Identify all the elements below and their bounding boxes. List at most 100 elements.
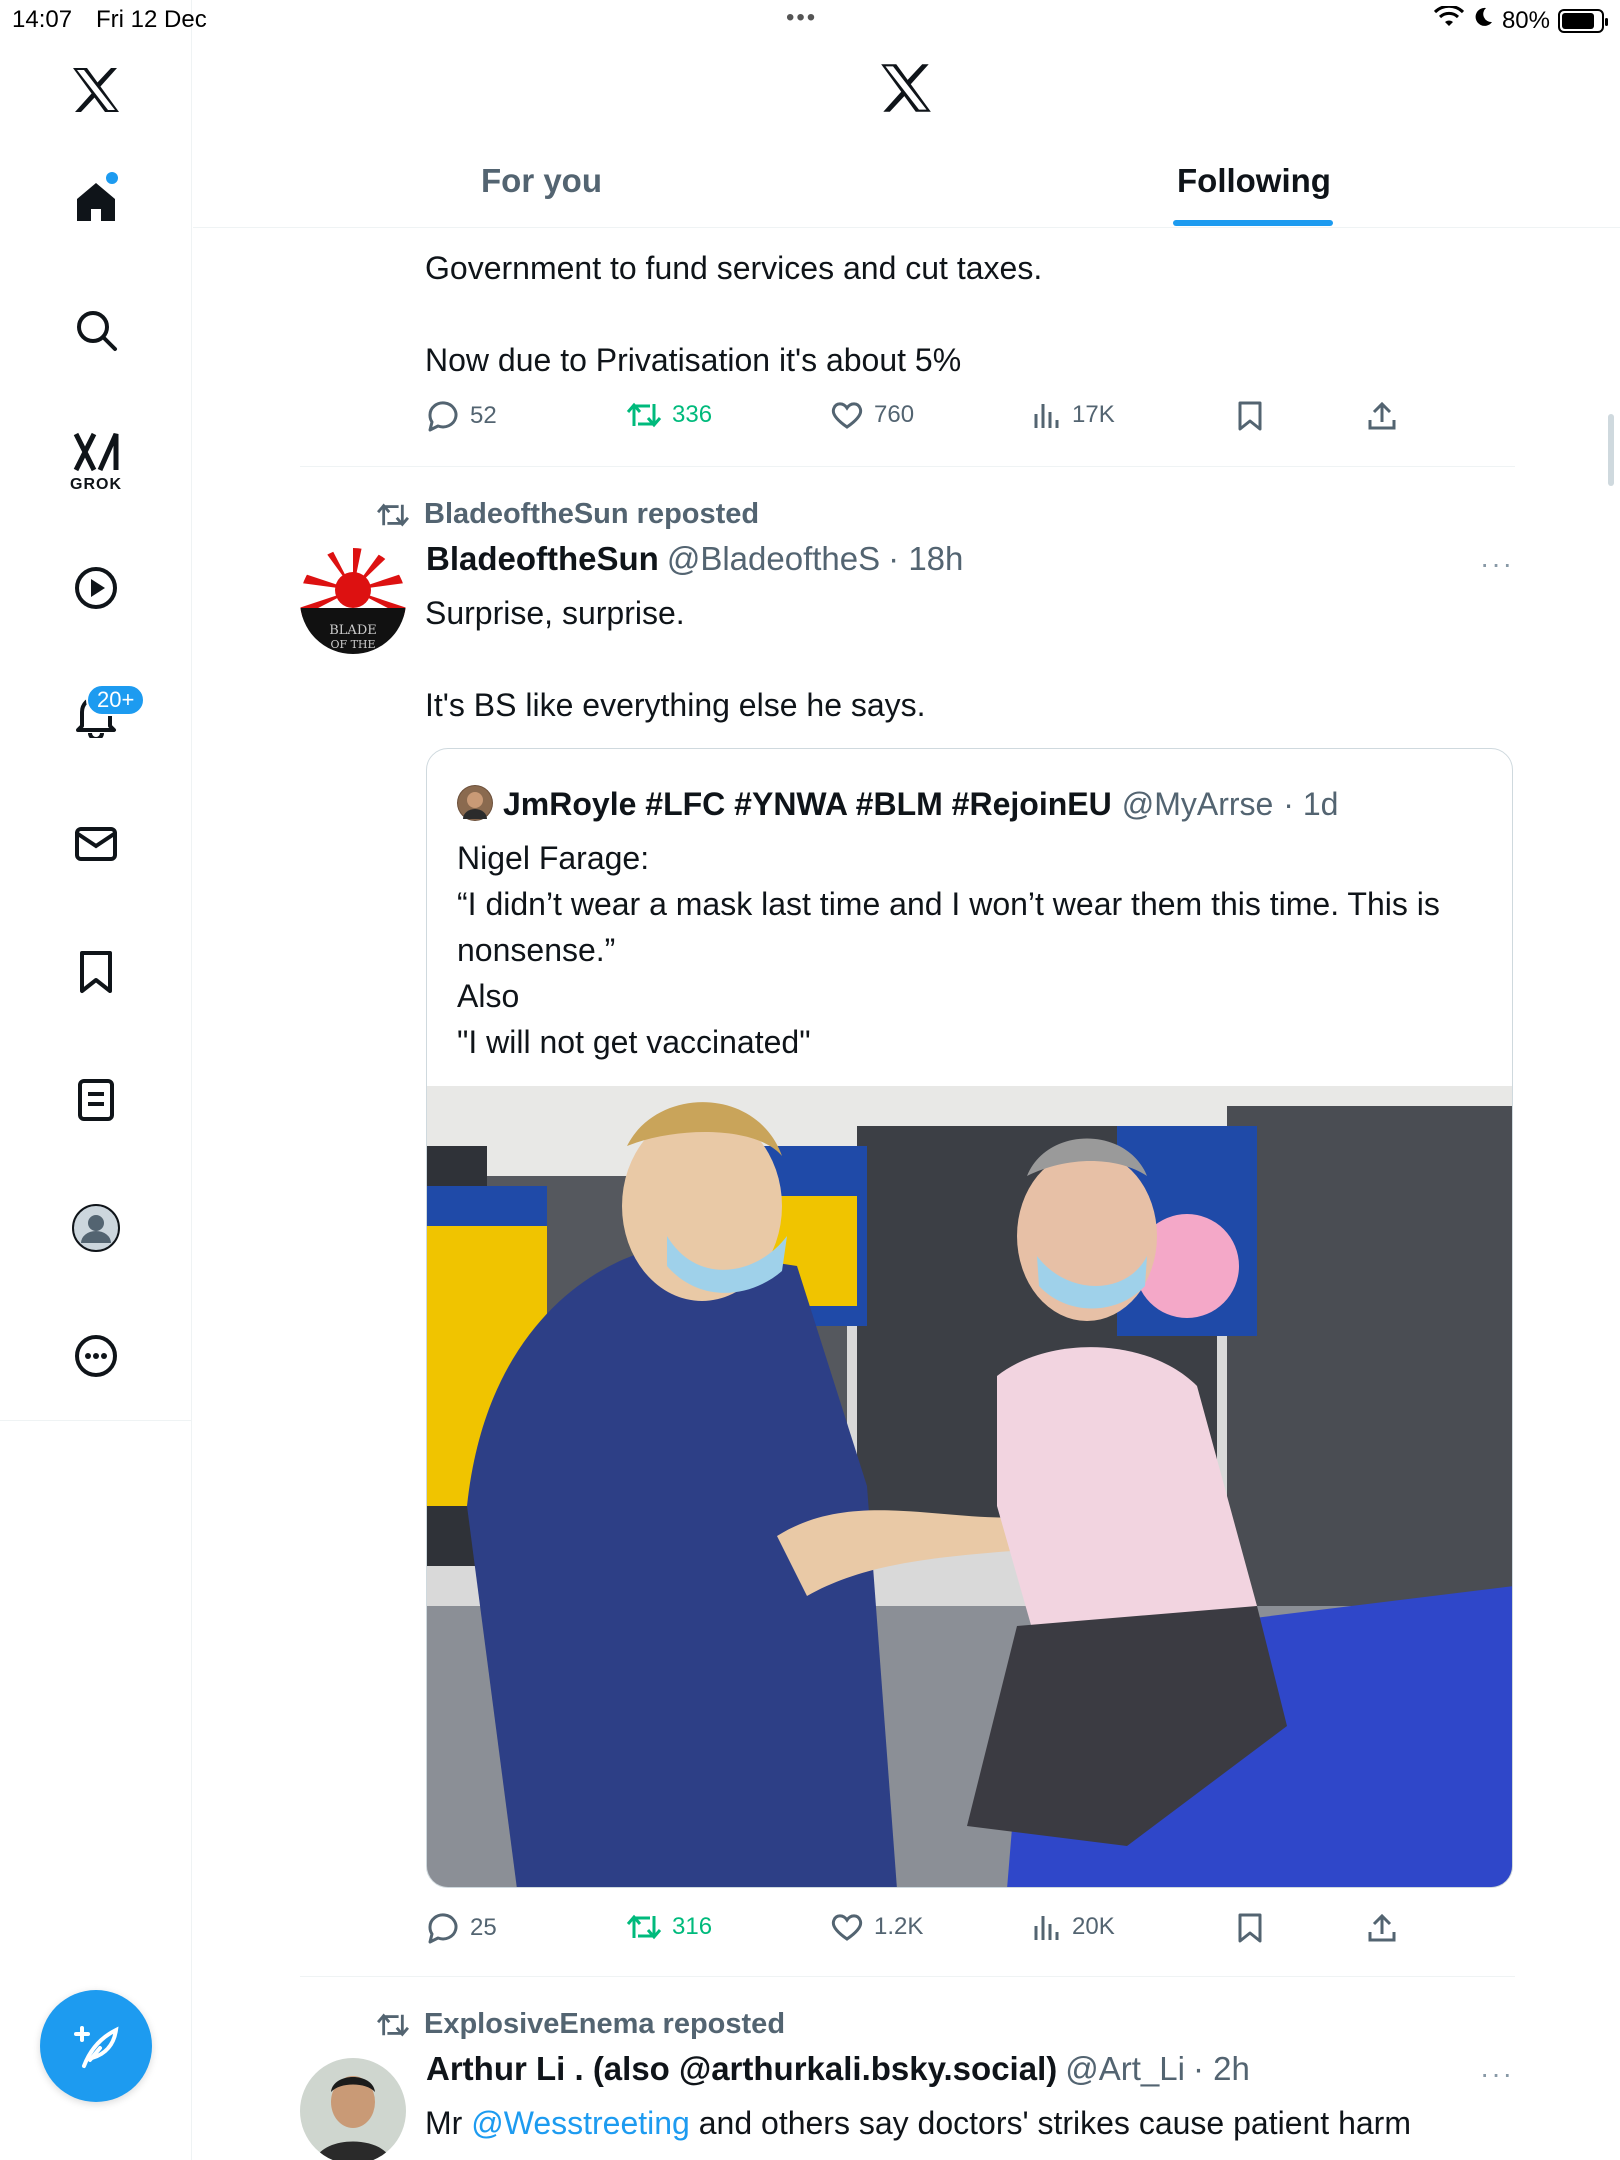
quote-photo[interactable] (427, 1086, 1512, 1887)
vaccination-photo-image (427, 1086, 1512, 1887)
repost-button[interactable]: 336 (626, 400, 712, 430)
quote-avatar (457, 785, 493, 821)
svg-text:OF THE: OF THE (330, 638, 375, 651)
quote-author-handle: @MyArrse (1121, 786, 1274, 822)
view-count: 20K (1072, 1913, 1115, 1940)
quote-text: Nigel Farage: “I didn’t wear a mask last… (457, 835, 1477, 1065)
bookmarks-icon[interactable] (56, 932, 136, 1012)
tweet-3-text-suffix: and others say doctors' strikes cause pa… (689, 2105, 1411, 2141)
status-bar: 14:07 Fri 12 Dec ••• 80% (0, 0, 1620, 40)
svg-text:BLADE: BLADE (329, 623, 377, 638)
analytics-icon (1034, 404, 1059, 428)
avatar[interactable] (300, 2058, 406, 2160)
tweet-author: Arthur Li . (also @arthurkali.bsky.socia… (426, 2050, 1250, 2088)
avatar[interactable]: BLADE OF THE (300, 548, 406, 654)
quote-line-2: “I didn’t wear a mask last time and I wo… (457, 886, 1440, 968)
repost-button[interactable]: 316 (626, 1912, 712, 1942)
heart-icon (831, 402, 863, 429)
moon-icon (1472, 6, 1494, 35)
scrollbar-thumb[interactable] (1608, 414, 1614, 486)
repost-indicator: BladeoftheSun reposted (376, 498, 759, 531)
bookmark-button[interactable] (1236, 400, 1264, 432)
tweet-separator (300, 1976, 1515, 1977)
quote-post-time: · 1d (1283, 786, 1339, 822)
battery-percent: 80% (1501, 6, 1550, 34)
compose-post-button[interactable] (40, 1990, 152, 2102)
x-logo-icon[interactable] (56, 50, 136, 130)
author-name[interactable]: BladeoftheSun (426, 540, 659, 578)
home-unread-dot (106, 172, 118, 184)
quote-author-name: JmRoyle #LFC #YNWA #BLM #RejoinEU (503, 786, 1112, 822)
share-button[interactable] (1366, 400, 1398, 432)
quote-author: JmRoyle #LFC #YNWA #BLM #RejoinEU @MyArr… (457, 779, 1338, 823)
quote-line-1: Nigel Farage: (457, 840, 650, 876)
tweet-2-line-2: It's BS like everything else he says. (425, 687, 926, 723)
reposted-by[interactable]: ExplosiveEnema reposted (424, 2008, 785, 2041)
sidebar: GROK 20+ (0, 0, 192, 2160)
mention-link[interactable]: @Wesstreeting (471, 2105, 690, 2141)
more-options-button[interactable]: ··· (1480, 2058, 1514, 2090)
tweet-3-text-prefix: Mr (425, 2105, 472, 2141)
tweet-3-text: Mr @Wesstreeting and others say doctors'… (425, 2100, 1515, 2146)
author-handle[interactable]: @BladeoftheS (667, 540, 880, 578)
search-icon[interactable] (56, 290, 136, 370)
tweet-author: BladeoftheSun @BladeoftheS · 18h (426, 540, 963, 578)
quote-line-4: "I will not get vaccinated" (457, 1024, 811, 1060)
status-time: 14:07 (12, 6, 73, 33)
tab-following[interactable]: Following (1177, 162, 1331, 200)
share-icon (1368, 401, 1396, 430)
repost-small-icon (377, 2013, 409, 2036)
heart-icon (831, 1914, 863, 1941)
tweet-1-line-2: Now due to Privatisation it's about 5% (425, 342, 962, 378)
analytics-icon (1034, 1916, 1059, 1940)
reply-button[interactable]: 25 (426, 1912, 497, 1944)
active-tab-indicator (1173, 220, 1333, 226)
feather-plus-icon (74, 2026, 119, 2068)
reply-count: 52 (470, 402, 497, 429)
repost-icon (626, 402, 662, 428)
tweet-1-line-1: Government to fund services and cut taxe… (425, 250, 1043, 286)
reply-count: 25 (470, 1914, 497, 1941)
share-icon (1368, 1913, 1396, 1942)
reply-button[interactable]: 52 (426, 400, 497, 432)
author-handle[interactable]: @Art_Li (1065, 2050, 1185, 2088)
quote-line-3: Also (457, 978, 520, 1014)
reposted-by[interactable]: BladeoftheSun reposted (424, 498, 759, 531)
x-header-logo-icon[interactable] (879, 62, 933, 119)
sidebar-divider (0, 1420, 192, 1421)
grok-label: GROK (70, 476, 122, 493)
status-date: Fri 12 Dec (96, 6, 207, 33)
profile-avatar-icon[interactable] (56, 1188, 136, 1268)
tweet-2-line-1: Surprise, surprise. (425, 595, 685, 631)
repost-count: 316 (672, 1913, 713, 1940)
like-button[interactable]: 760 (830, 400, 914, 430)
author-name[interactable]: Arthur Li . (also @arthurkali.bsky.socia… (426, 2050, 1057, 2088)
repost-indicator: ExplosiveEnema reposted (376, 2008, 785, 2041)
battery-icon (1558, 8, 1608, 33)
like-count: 760 (874, 401, 915, 428)
reply-icon (428, 401, 458, 432)
multitasking-dots[interactable]: ••• (786, 4, 817, 32)
quoted-tweet[interactable]: JmRoyle #LFC #YNWA #BLM #RejoinEU @MyArr… (426, 748, 1513, 1888)
post-time[interactable]: · 18h (888, 540, 963, 578)
views-button[interactable]: 20K (1032, 1912, 1115, 1942)
like-button[interactable]: 1.2K (830, 1912, 923, 1942)
messages-envelope-icon[interactable] (56, 804, 136, 884)
repost-icon (626, 1914, 662, 1940)
tab-for-you[interactable]: For you (481, 162, 602, 200)
tweet-separator (300, 466, 1515, 467)
bookmark-button[interactable] (1236, 1912, 1264, 1944)
more-options-button[interactable]: ··· (1480, 548, 1514, 580)
repost-small-icon (377, 503, 409, 526)
video-play-icon[interactable] (56, 548, 136, 628)
bladeofthesun-avatar-image: BLADE OF THE (300, 548, 406, 654)
tweet-2-text: Surprise, surprise. It's BS like everyth… (425, 590, 1515, 728)
share-button[interactable] (1366, 1912, 1398, 1944)
post-time[interactable]: · 2h (1193, 2050, 1250, 2088)
more-options-icon[interactable] (56, 1316, 136, 1396)
bookmark-icon (1238, 401, 1262, 431)
home-icon[interactable] (56, 162, 136, 242)
notifications-badge: 20+ (86, 684, 146, 716)
lists-icon[interactable] (56, 1060, 136, 1140)
views-button[interactable]: 17K (1032, 400, 1115, 430)
